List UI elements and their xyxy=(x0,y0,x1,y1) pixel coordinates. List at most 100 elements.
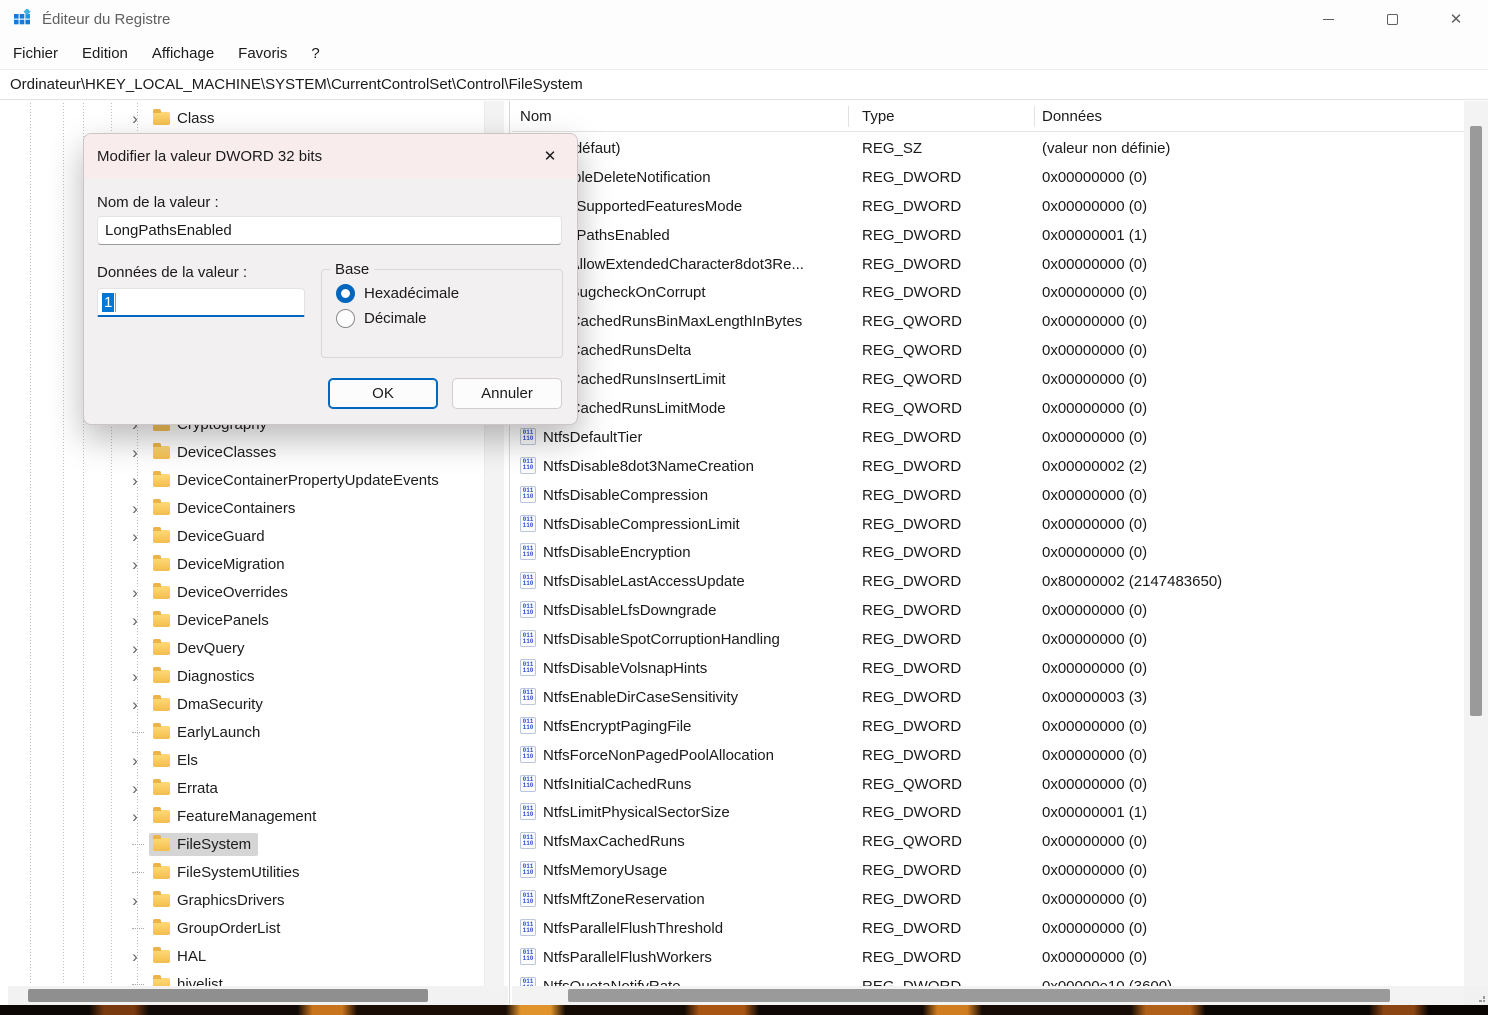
chevron-right-icon[interactable]: › xyxy=(126,892,144,909)
tree-item-grouporderlist[interactable]: GroupOrderList xyxy=(8,914,484,942)
value-row-ntfslimitphysicalsectorsize[interactable]: 011110NtfsLimitPhysicalSectorSizeREG_DWO… xyxy=(512,798,1464,827)
chevron-right-icon[interactable]: › xyxy=(126,808,144,825)
value-row-ntfsallowextendedcharacter8dot3re[interactable]: 011110NtfsAllowExtendedCharacter8dot3Re.… xyxy=(512,250,1464,279)
value-row-ntfsparallelflushworkers[interactable]: 011110NtfsParallelFlushWorkersREG_DWORD0… xyxy=(512,943,1464,972)
tree-item-label: DeviceMigration xyxy=(177,556,285,573)
tree-item-diagnostics[interactable]: ›Diagnostics xyxy=(8,662,484,690)
chevron-right-icon[interactable]: › xyxy=(126,640,144,657)
close-icon: ✕ xyxy=(544,147,557,165)
menu-item-affichage[interactable]: Affichage xyxy=(140,41,226,66)
value-row-ntfscachedrunsinsertlimit[interactable]: 011110NtfsCachedRunsInsertLimitREG_QWORD… xyxy=(512,365,1464,394)
tree-item-class[interactable]: ›Class xyxy=(8,104,484,132)
value-row-ntfsdisable8dot3namecreation[interactable]: 011110NtfsDisable8dot3NameCreationREG_DW… xyxy=(512,452,1464,481)
value-row-ntfsdisablespotcorruptionhandling[interactable]: 011110NtfsDisableSpotCorruptionHandlingR… xyxy=(512,625,1464,654)
value-row-ntfsdisablelfsdowngrade[interactable]: 011110NtfsDisableLfsDowngradeREG_DWORD0x… xyxy=(512,596,1464,625)
column-separator[interactable] xyxy=(1034,106,1035,127)
list-vertical-scrollbar[interactable] xyxy=(1464,101,1488,986)
address-bar[interactable]: Ordinateur\HKEY_LOCAL_MACHINE\SYSTEM\Cur… xyxy=(0,69,1488,100)
value-data: 0x00000000 (0) xyxy=(1042,770,1147,799)
tree-item-filesystemutilities[interactable]: FileSystemUtilities xyxy=(8,858,484,886)
reg-dword-icon: 011110 xyxy=(520,572,536,589)
tree-item-devicemigration[interactable]: › DeviceMigration xyxy=(8,550,484,578)
chevron-right-icon[interactable]: › xyxy=(126,584,144,601)
chevron-right-icon[interactable]: › xyxy=(126,500,144,517)
value-row-disabledeletenotification[interactable]: 011110DisableDeleteNotificationREG_DWORD… xyxy=(512,163,1464,192)
tree-item-devicepanels[interactable]: › DevicePanels xyxy=(8,606,484,634)
value-row-par-d-faut[interactable]: ab(par défaut)REG_SZ(valeur non définie) xyxy=(512,134,1464,163)
value-row-ntfsparallelflushthreshold[interactable]: 011110NtfsParallelFlushThresholdREG_DWOR… xyxy=(512,914,1464,943)
tree-item-deviceguard[interactable]: ›DeviceGuard xyxy=(8,522,484,550)
menu-item-item[interactable]: ? xyxy=(299,41,331,66)
value-row-ntfsquotanotifyrate[interactable]: 011110NtfsQuotaNotifyRateREG_DWORD0x0000… xyxy=(512,972,1464,986)
value-data-field[interactable]: 1 xyxy=(97,288,305,317)
chevron-right-icon[interactable]: › xyxy=(126,752,144,769)
tree-item-els[interactable]: ›Els xyxy=(8,746,484,774)
value-data: 0x00000e10 (3600) xyxy=(1042,972,1172,986)
tree-horizontal-scrollbar[interactable] xyxy=(8,986,508,1005)
column-header-data[interactable]: Données xyxy=(1042,101,1102,132)
chevron-right-icon[interactable]: › xyxy=(126,444,144,461)
resize-grip[interactable] xyxy=(1475,992,1485,1002)
value-row-ntfsdisablecompressionlimit[interactable]: 011110NtfsDisableCompressionLimitREG_DWO… xyxy=(512,510,1464,539)
column-separator[interactable] xyxy=(848,106,849,127)
list-horizontal-scrollbar[interactable] xyxy=(512,986,1464,1005)
dialog-close-button[interactable]: ✕ xyxy=(535,143,565,169)
value-row-ntfscachedrunsdelta[interactable]: 011110NtfsCachedRunsDeltaREG_QWORD0x0000… xyxy=(512,336,1464,365)
value-name-field[interactable]: LongPathsEnabled xyxy=(97,216,562,245)
tree-item-errata[interactable]: ›Errata xyxy=(8,774,484,802)
tree-item-devicecontainers[interactable]: ›DeviceContainers xyxy=(8,494,484,522)
tree-item-label: DevicePanels xyxy=(177,612,269,629)
chevron-right-icon[interactable]: › xyxy=(126,780,144,797)
cancel-button[interactable]: Annuler xyxy=(452,378,562,409)
minimize-button[interactable] xyxy=(1296,0,1360,38)
value-row-ntfsdisableencryption[interactable]: 011110NtfsDisableEncryptionREG_DWORD0x00… xyxy=(512,538,1464,567)
value-row-ntfsdefaulttier[interactable]: 011110NtfsDefaultTierREG_DWORD0x00000000… xyxy=(512,423,1464,452)
chevron-right-icon[interactable]: › xyxy=(126,696,144,713)
value-row-longpathsenabled[interactable]: 011110LongPathsEnabledREG_DWORD0x0000000… xyxy=(512,221,1464,250)
value-row-ntfsmaxcachedruns[interactable]: 011110NtfsMaxCachedRunsREG_QWORD0x000000… xyxy=(512,827,1464,856)
chevron-right-icon[interactable]: › xyxy=(126,612,144,629)
menu-item-fichier[interactable]: Fichier xyxy=(12,41,70,66)
tree-item-graphicsdrivers[interactable]: ›GraphicsDrivers xyxy=(8,886,484,914)
chevron-right-icon[interactable]: › xyxy=(126,110,144,127)
maximize-button[interactable] xyxy=(1360,0,1424,38)
tree-item-filesystem[interactable]: FileSystem xyxy=(8,830,484,858)
chevron-right-icon[interactable]: › xyxy=(126,948,144,965)
column-header-name[interactable]: Nom xyxy=(520,101,552,132)
chevron-right-icon[interactable]: › xyxy=(126,668,144,685)
list-vertical-scrollbar-thumb[interactable] xyxy=(1470,126,1482,716)
tree-item-devicecontainerpropertyupdateevents[interactable]: ›DeviceContainerPropertyUpdateEvents xyxy=(8,466,484,494)
list-horizontal-scrollbar-thumb[interactable] xyxy=(568,989,1390,1002)
chevron-right-icon[interactable]: › xyxy=(126,472,144,489)
value-row-ntfscachedrunslimitmode[interactable]: 011110NtfsCachedRunsLimitModeREG_QWORD0x… xyxy=(512,394,1464,423)
tree-item-hal[interactable]: ›HAL xyxy=(8,942,484,970)
radio-hexadecimal[interactable]: Hexadécimale xyxy=(336,284,562,303)
tree-item-earlylaunch[interactable]: EarlyLaunch xyxy=(8,718,484,746)
value-row-ntfsbugcheckoncorrupt[interactable]: 011110NtfsBugcheckOnCorruptREG_DWORD0x00… xyxy=(512,278,1464,307)
value-row-ntfsenabledircasesensitivity[interactable]: 011110NtfsEnableDirCaseSensitivityREG_DW… xyxy=(512,683,1464,712)
tree-item-deviceoverrides[interactable]: ›DeviceOverrides xyxy=(8,578,484,606)
value-row-ntfsinitialcachedruns[interactable]: 011110NtfsInitialCachedRunsREG_QWORD0x00… xyxy=(512,770,1464,799)
tree-item-deviceclasses[interactable]: ›DeviceClasses xyxy=(8,438,484,466)
radio-decimal[interactable]: Décimale xyxy=(336,309,562,328)
close-button[interactable]: ✕ xyxy=(1424,0,1488,38)
value-row-ntfsmftzonereservation[interactable]: 011110NtfsMftZoneReservationREG_DWORD0x0… xyxy=(512,885,1464,914)
column-header-type[interactable]: Type xyxy=(862,101,895,132)
ok-button[interactable]: OK xyxy=(328,378,438,409)
tree-item-devquery[interactable]: ›DevQuery xyxy=(8,634,484,662)
value-row-ntfsforcenonpagedpoolallocation[interactable]: 011110NtfsForceNonPagedPoolAllocationREG… xyxy=(512,741,1464,770)
value-row-ntfsdisablecompression[interactable]: 011110NtfsDisableCompressionREG_DWORD0x0… xyxy=(512,481,1464,510)
menu-item-edition[interactable]: Edition xyxy=(70,41,140,66)
value-row-ntfsdisablelastaccessupdate[interactable]: 011110NtfsDisableLastAccessUpdateREG_DWO… xyxy=(512,567,1464,596)
tree-horizontal-scrollbar-thumb[interactable] xyxy=(28,989,428,1002)
value-row-ntfsmemoryusage[interactable]: 011110NtfsMemoryUsageREG_DWORD0x00000000… xyxy=(512,856,1464,885)
value-row-ntfscachedrunsbinmaxlengthinbytes[interactable]: 011110NtfsCachedRunsBinMaxLengthInBytesR… xyxy=(512,307,1464,336)
chevron-right-icon[interactable]: › xyxy=(126,556,144,573)
value-row-ntfsdisablevolsnaphints[interactable]: 011110NtfsDisableVolsnapHintsREG_DWORD0x… xyxy=(512,654,1464,683)
tree-item-featuremanagement[interactable]: ›FeatureManagement xyxy=(8,802,484,830)
tree-item-dmasecurity[interactable]: ›DmaSecurity xyxy=(8,690,484,718)
value-row-ntfsencryptpagingfile[interactable]: 011110NtfsEncryptPagingFileREG_DWORD0x00… xyxy=(512,712,1464,741)
value-row-filtersupportedfeaturesmode[interactable]: 011110FilterSupportedFeaturesModeREG_DWO… xyxy=(512,192,1464,221)
menu-item-favoris[interactable]: Favoris xyxy=(226,41,299,66)
chevron-right-icon[interactable]: › xyxy=(126,528,144,545)
